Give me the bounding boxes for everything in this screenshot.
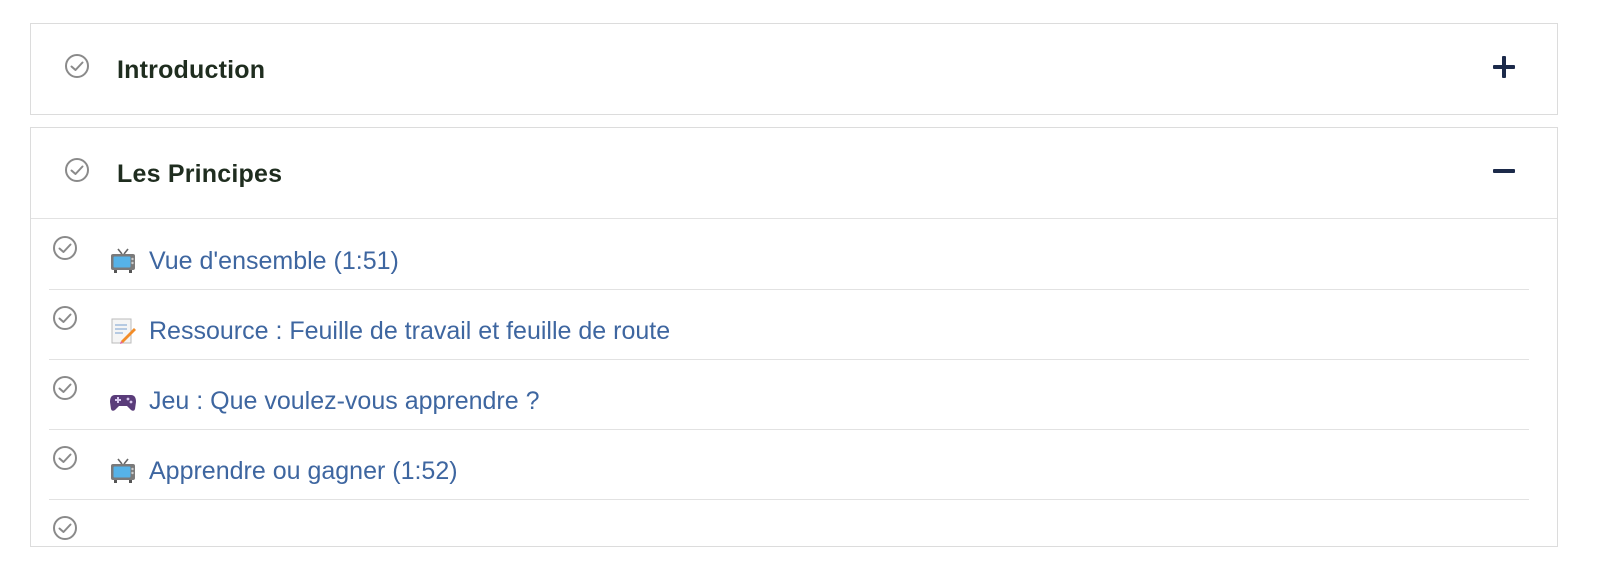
game-controller-icon	[109, 387, 137, 415]
collapse-minus-icon[interactable]	[1493, 160, 1515, 182]
section-header[interactable]: Introduction	[31, 24, 1557, 114]
check-circle-icon	[65, 158, 89, 182]
check-circle-icon	[53, 236, 77, 260]
lesson-link[interactable]: Ressource : Feuille de travail et feuill…	[149, 317, 670, 346]
check-circle-icon	[53, 516, 77, 540]
check-circle-icon	[65, 54, 89, 78]
lesson-link[interactable]: Apprendre ou gagner (1:52)	[149, 457, 458, 486]
section-introduction: Introduction	[30, 23, 1558, 115]
lesson-item[interactable]: Vue d'ensemble (1:51)	[49, 219, 1529, 290]
tv-icon	[109, 457, 137, 485]
section-title: Les Principes	[117, 160, 283, 188]
lesson-item[interactable]	[49, 499, 1529, 569]
check-circle-icon	[53, 376, 77, 400]
lesson-item[interactable]: Ressource : Feuille de travail et feuill…	[49, 289, 1529, 360]
expand-plus-icon[interactable]	[1493, 56, 1515, 78]
section-title: Introduction	[117, 56, 266, 84]
lesson-link[interactable]: Jeu : Que voulez-vous apprendre ?	[149, 387, 540, 416]
lesson-item[interactable]: Jeu : Que voulez-vous apprendre ?	[49, 359, 1529, 430]
check-circle-icon	[53, 306, 77, 330]
lesson-item[interactable]: Apprendre ou gagner (1:52)	[49, 429, 1529, 500]
section-header[interactable]: Les Principes	[31, 128, 1557, 219]
tv-icon	[109, 247, 137, 275]
memo-icon	[109, 317, 137, 345]
section-les-principes: Les Principes Vue d'ensemble (1:51) Ress…	[30, 127, 1558, 547]
lesson-link[interactable]: Vue d'ensemble (1:51)	[149, 247, 399, 276]
check-circle-icon	[53, 446, 77, 470]
